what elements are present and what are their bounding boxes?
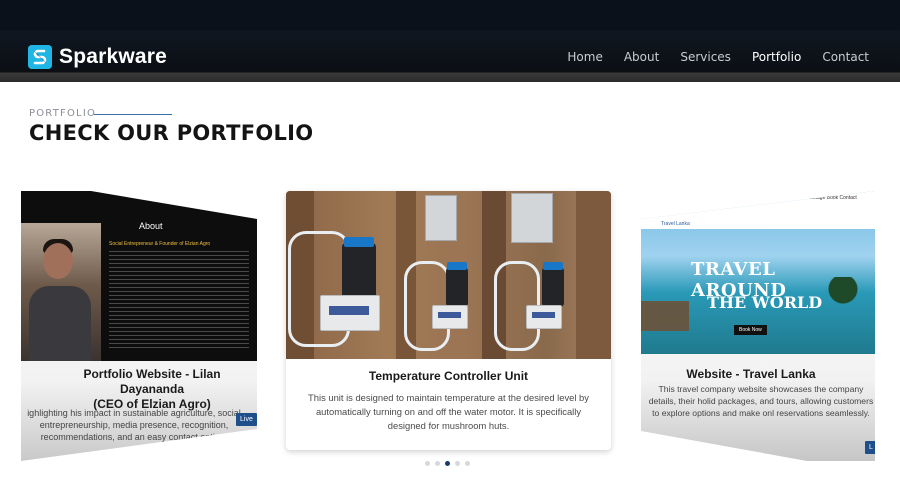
carousel-dot[interactable] xyxy=(435,461,440,466)
live-button[interactable]: Live xyxy=(236,413,257,426)
shot-nav: Home About Package Book Contact xyxy=(777,195,857,201)
carousel-dot[interactable] xyxy=(425,461,430,466)
section-title: CHECK OUR PORTFOLIO xyxy=(29,121,314,145)
relay-box xyxy=(511,193,553,243)
card-description: ighlighting his impact in sustainable ag… xyxy=(27,408,241,442)
card-photo xyxy=(286,191,611,359)
pump-cap xyxy=(447,262,467,270)
card-title: Portfolio Website - Lilan Dayananda (CEO… xyxy=(57,367,247,412)
controller-unit xyxy=(432,305,468,329)
hero-book-button: Book Now xyxy=(734,325,767,335)
portrait-suit xyxy=(29,286,91,361)
portrait-face xyxy=(43,243,73,279)
shot-brand: Travel Lanka xyxy=(661,221,690,227)
lcd-screen xyxy=(438,312,461,318)
main-nav: Home About Services Portfolio Contact xyxy=(546,50,869,64)
hero-heading-2: THE WORLD xyxy=(707,293,823,312)
nav-services[interactable]: Services xyxy=(680,50,731,64)
pump-cap xyxy=(344,237,374,247)
brand-logo[interactable]: Sparkware xyxy=(28,45,167,69)
card-title-line1: Portfolio Website - Lilan Dayananda xyxy=(83,367,221,396)
beach-hut xyxy=(641,301,689,331)
header-topline xyxy=(0,0,900,30)
nav-portfolio[interactable]: Portfolio xyxy=(752,50,801,64)
wood-plank xyxy=(576,191,611,359)
card-title: Temperature Controller Unit xyxy=(368,369,529,383)
card-screenshot: About Social Entrepreneur & Founder of E… xyxy=(21,191,257,361)
live-button[interactable]: L xyxy=(865,441,875,454)
water-pump xyxy=(542,262,564,307)
site-header: Sparkware Home About Services Portfolio … xyxy=(0,0,900,82)
pump-cap xyxy=(543,262,563,270)
shot-heading: About xyxy=(139,221,163,231)
card-description: This travel company website showcases th… xyxy=(648,384,874,418)
section-eyebrow: PORTFOLIO xyxy=(29,108,97,119)
nav-about[interactable]: About xyxy=(624,50,659,64)
brand-name: Sparkware xyxy=(59,45,168,68)
carousel-dot[interactable] xyxy=(465,461,470,466)
carousel-dots xyxy=(425,461,470,466)
lcd-screen xyxy=(532,312,555,318)
relay-box xyxy=(425,195,457,241)
water-pump xyxy=(446,262,468,307)
water-pump xyxy=(342,237,376,301)
sparkware-logo-icon xyxy=(28,45,52,69)
card-screenshot: Home About Package Book Contact Travel L… xyxy=(641,191,875,354)
controller-unit xyxy=(320,295,380,331)
shot-subheading: Social Entrepreneur & Founder of Elzian … xyxy=(109,241,211,247)
lcd-screen xyxy=(329,306,369,315)
portfolio-card-lilan[interactable]: About Social Entrepreneur & Founder of E… xyxy=(21,191,257,461)
card-title: Website - Travel Lanka xyxy=(686,367,816,381)
portfolio-card-travel-lanka[interactable]: Home About Package Book Contact Travel L… xyxy=(641,191,875,461)
nav-contact[interactable]: Contact xyxy=(822,50,869,64)
nav-home[interactable]: Home xyxy=(567,50,602,64)
shot-body-text xyxy=(109,251,249,351)
carousel-dot[interactable] xyxy=(455,461,460,466)
controller-unit xyxy=(526,305,562,329)
eyebrow-divider xyxy=(94,114,172,115)
portfolio-card-temperature[interactable]: Temperature Controller Unit This unit is… xyxy=(286,191,611,450)
card-description: This unit is designed to maintain temper… xyxy=(308,392,589,431)
carousel-dot-active[interactable] xyxy=(445,461,450,466)
